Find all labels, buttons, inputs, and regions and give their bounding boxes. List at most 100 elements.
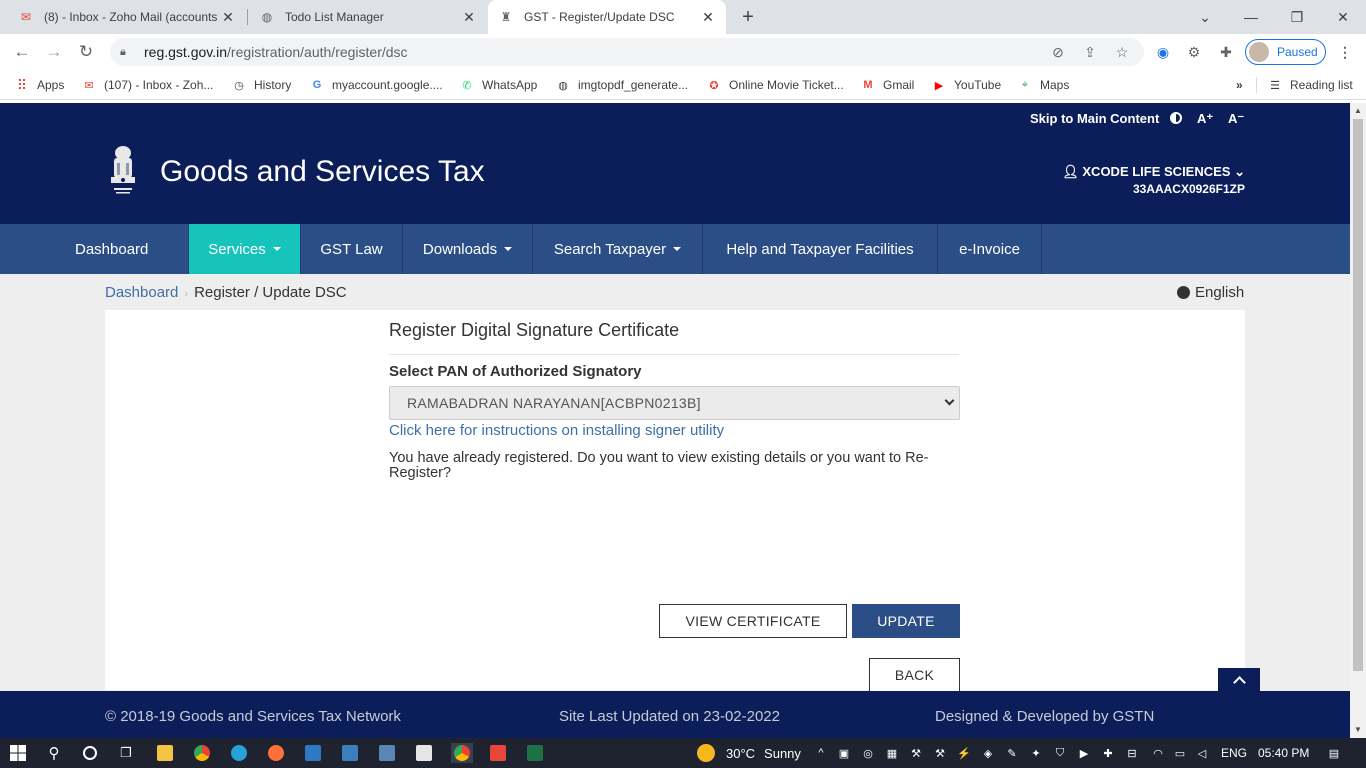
new-tab-plus-icon[interactable]: + [733,0,763,34]
nav-help-taxpayer-facilities[interactable]: Help and Taxpayer Facilities [703,224,938,274]
tray-app-2-icon[interactable]: ◎ [860,745,876,761]
wifi-icon[interactable]: ◠ [1150,745,1166,761]
back-button[interactable]: BACK [869,658,960,692]
windows-start-icon[interactable] [8,743,28,763]
forward-arrow-icon[interactable]: → [40,38,68,66]
eye-off-icon[interactable]: ⊘ [1048,42,1068,62]
usb-icon[interactable]: ⊟ [1124,745,1140,761]
weather-widget[interactable]: 30°C Sunny [697,744,801,762]
edge-icon[interactable] [229,743,249,763]
update-button[interactable]: UPDATE [852,604,960,638]
bookmark-apps[interactable]: ⠿ Apps [14,76,65,94]
chrome-icon[interactable] [192,743,212,763]
browser-tab-zoho[interactable]: ✉ (8) - Inbox - Zoho Mail (accounts ✕ [8,0,246,34]
task-view-icon[interactable]: ❐ [116,743,136,763]
notifications-icon[interactable]: ▤ [1325,745,1343,761]
address-bar[interactable]: 🔒︎ reg.gst.gov.in/registration/auth/regi… [110,38,1144,66]
pan-select-dropdown[interactable]: RAMABADRAN NARAYANAN[ACBPN0213B] [389,386,960,420]
tray-app-6-icon[interactable]: ⚡ [956,745,972,761]
app-terminal-icon[interactable] [340,743,360,763]
tray-app-9-icon[interactable]: ✦ [1028,745,1044,761]
scroll-down-arrow-icon[interactable]: ▼ [1350,723,1366,737]
share-icon[interactable]: ⇪ [1080,42,1100,62]
bookmark-google-account[interactable]: G myaccount.google.... [309,76,443,94]
windows-taskbar: ⚲ ❐ 30°C Sunny ^ ▣ ◎ ▦ ⚒ ⚒ ⚡ ◈ ✎ ✦ ⛉ ▶ ✚… [0,738,1366,768]
tray-app-10-icon[interactable]: ▶ [1076,745,1092,761]
nav-gst-law[interactable]: GST Law [301,224,403,274]
tray-expand-icon[interactable]: ^ [813,745,829,761]
bookmark-movie-tickets[interactable]: ✪ Online Movie Ticket... [706,76,843,94]
bookmark-whatsapp[interactable]: ✆ WhatsApp [459,76,537,94]
skip-to-main-link[interactable]: Skip to Main Content [1030,111,1159,126]
app-red-icon[interactable] [488,743,508,763]
bookmark-maps[interactable]: ⌖ Maps [1017,76,1069,94]
browser-tab-gst[interactable]: ♜ GST - Register/Update DSC ✕ [488,0,726,34]
tray-app-11-icon[interactable]: ✚ [1100,745,1116,761]
tray-app-7-icon[interactable]: ◈ [980,745,996,761]
scroll-up-arrow-icon[interactable]: ▲ [1350,104,1366,118]
tab-search-chevron-icon[interactable]: ⌄ [1182,0,1228,34]
profile-paused-button[interactable]: Paused [1245,39,1326,65]
tray-app-8-icon[interactable]: ✎ [1004,745,1020,761]
app-notepad-icon[interactable] [414,743,434,763]
contrast-toggle-icon[interactable] [1170,112,1182,124]
nav-dashboard[interactable]: Dashboard [0,224,189,274]
youtube-icon: ▶ [934,79,944,92]
national-emblem-logo[interactable] [106,143,140,199]
caret-down-icon [504,247,513,251]
more-bookmarks-button[interactable]: » [1236,76,1243,94]
bookmark-youtube[interactable]: ▶ YouTube [931,76,1001,94]
nav-search-taxpayer[interactable]: Search Taxpayer [533,224,703,274]
close-tab-icon[interactable]: ✕ [700,9,716,26]
nav-services[interactable]: Services [189,224,301,274]
taskbar-clock[interactable]: 05:40 PM [1258,746,1309,760]
user-menu[interactable]: 👤︎ XCODE LIFE SCIENCES ⌄ [1062,164,1245,180]
restore-icon[interactable]: ❐ [1274,0,1320,34]
nav-e-invoice[interactable]: e-Invoice [938,224,1042,274]
browser-tab-todo[interactable]: ◍ Todo List Manager ✕ [249,0,487,34]
whatsapp-icon: ✆ [462,79,472,92]
tray-app-4-icon[interactable]: ⚒ [908,745,924,761]
scroll-to-top-button[interactable] [1218,668,1260,692]
extension-2-icon[interactable]: ⚙ [1184,42,1204,62]
reading-list-button[interactable]: ☰ Reading list [1267,76,1353,94]
firefox-icon[interactable] [266,743,286,763]
excel-icon[interactable] [525,743,545,763]
close-window-icon[interactable]: ✕ [1320,0,1366,34]
tray-shield-icon[interactable]: ⛉ [1052,745,1068,761]
extension-1-icon[interactable]: ◉ [1153,42,1173,62]
app-package-icon[interactable] [377,743,397,763]
volume-muted-icon[interactable]: ◁ [1194,745,1210,761]
signer-utility-instructions-link[interactable]: Click here for instructions on installin… [389,422,724,439]
page-scrollbar[interactable]: ▲ ▼ [1350,103,1366,738]
breadcrumb-dashboard-link[interactable]: Dashboard [105,284,178,301]
close-tab-icon[interactable]: ✕ [461,9,477,26]
tray-app-5-icon[interactable]: ⚒ [932,745,948,761]
font-decrease-button[interactable]: A⁻ [1228,111,1244,127]
file-explorer-icon[interactable] [155,743,175,763]
bookmark-history[interactable]: ◷ History [231,76,291,94]
browser-menu-icon[interactable]: ⋮ [1335,42,1355,62]
search-icon[interactable]: ⚲ [44,743,64,763]
bookmark-gmail[interactable]: M Gmail [860,76,914,94]
tray-app-3-icon[interactable]: ▦ [884,745,900,761]
nav-downloads[interactable]: Downloads [403,224,533,274]
scrollbar-thumb[interactable] [1353,119,1363,671]
back-arrow-icon[interactable]: ← [8,38,36,66]
language-selector[interactable]: English [1177,284,1244,301]
bookmark-zoho-inbox[interactable]: ✉ (107) - Inbox - Zoh... [81,76,213,94]
bookmark-star-icon[interactable]: ☆ [1112,42,1132,62]
tray-app-1-icon[interactable]: ▣ [836,745,852,761]
extensions-puzzle-icon[interactable]: ✚ [1216,42,1236,62]
battery-icon[interactable]: ▭ [1172,745,1188,761]
bookmark-imgtopdf[interactable]: ◍ imgtopdf_generate... [555,76,688,94]
view-certificate-button[interactable]: VIEW CERTIFICATE [659,604,847,638]
reload-icon[interactable]: ↻ [72,38,100,66]
cortana-circle-icon[interactable] [80,743,100,763]
close-tab-icon[interactable]: ✕ [220,9,236,26]
font-increase-button[interactable]: A⁺ [1197,111,1213,127]
app-blue-icon[interactable] [303,743,323,763]
input-language-indicator[interactable]: ENG [1221,746,1247,760]
chrome-active-icon[interactable] [451,743,473,763]
minimize-icon[interactable]: — [1228,0,1274,34]
